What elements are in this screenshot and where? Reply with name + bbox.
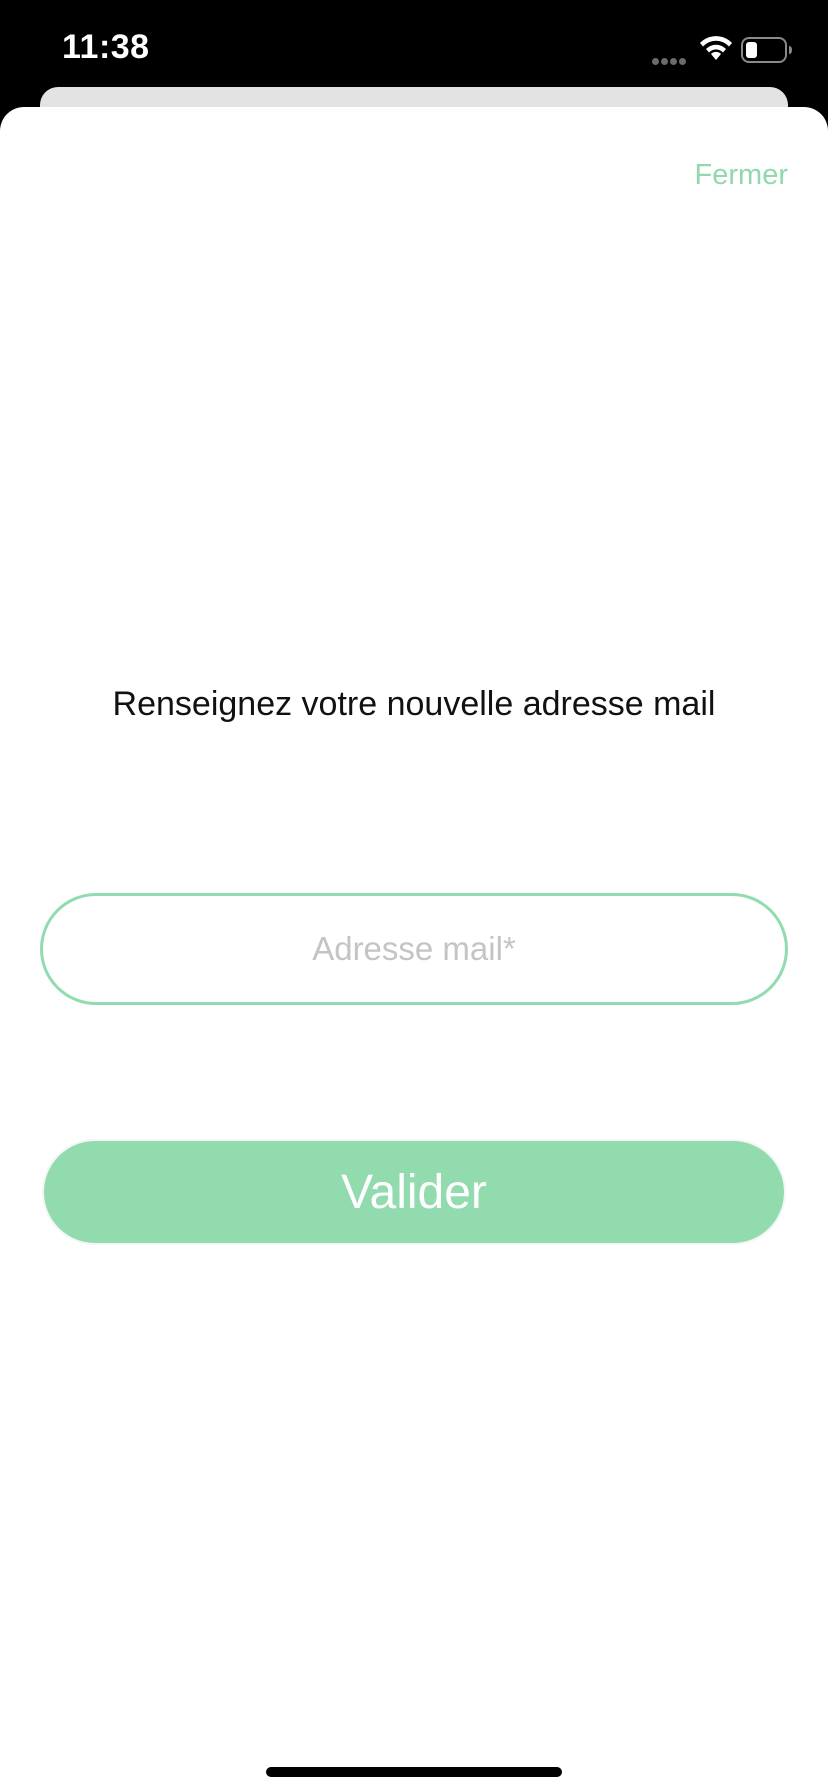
submit-button[interactable]: Valider xyxy=(42,1139,786,1245)
status-time: 11:38 xyxy=(62,28,150,66)
prompt-text: Renseignez votre nouvelle adresse mail xyxy=(112,685,716,723)
wifi-icon xyxy=(700,36,732,60)
home-indicator[interactable] xyxy=(266,1767,562,1777)
cellular-signal-icon xyxy=(652,52,690,65)
modal-sheet: Fermer Renseignez votre nouvelle adresse… xyxy=(0,107,828,1792)
email-field[interactable] xyxy=(40,893,788,1005)
battery-icon xyxy=(741,37,792,63)
close-button[interactable]: Fermer xyxy=(695,159,788,192)
status-bar: 11:38 xyxy=(0,0,828,100)
app-screen: 11:38 Fermer Renseignez votre nouvelle a… xyxy=(0,0,828,1792)
